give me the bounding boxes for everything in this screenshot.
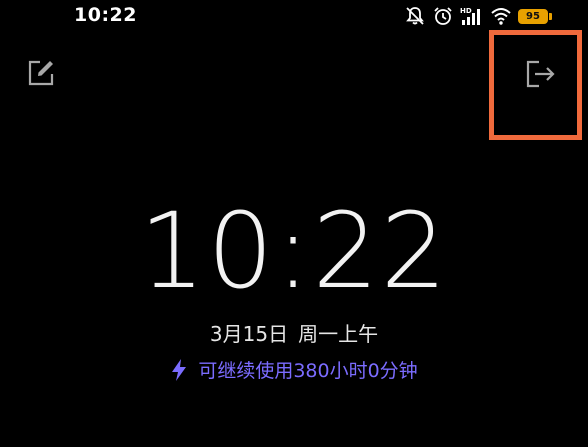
status-time: 10:22 (74, 4, 137, 26)
exit-button[interactable] (523, 58, 557, 90)
network-badge-text: HD (460, 7, 472, 15)
status-bar: 10:22 HD 95 (0, 0, 588, 34)
exit-icon (526, 60, 555, 88)
mute-icon (404, 6, 426, 26)
date-line: 3月15日 周一上午 (0, 318, 588, 347)
battery-estimate: 可继续使用380小时0分钟 (0, 356, 588, 383)
edit-button[interactable] (26, 58, 56, 88)
battery-level: 95 (518, 8, 548, 24)
battery-icon: 95 (518, 8, 554, 25)
battery-tip (549, 12, 552, 20)
lightning-icon (172, 358, 187, 381)
lock-clock: 10:22 (139, 190, 449, 312)
status-icons: HD 95 (404, 5, 554, 27)
battery-estimate-text: 可继续使用380小时0分钟 (198, 360, 418, 382)
signal-icon: HD (460, 6, 484, 26)
date-text: 3月15日 (209, 322, 289, 346)
alarm-icon (432, 6, 454, 26)
edit-icon (28, 60, 54, 86)
wifi-icon (490, 6, 512, 26)
weekday-text: 周一上午 (298, 322, 379, 346)
